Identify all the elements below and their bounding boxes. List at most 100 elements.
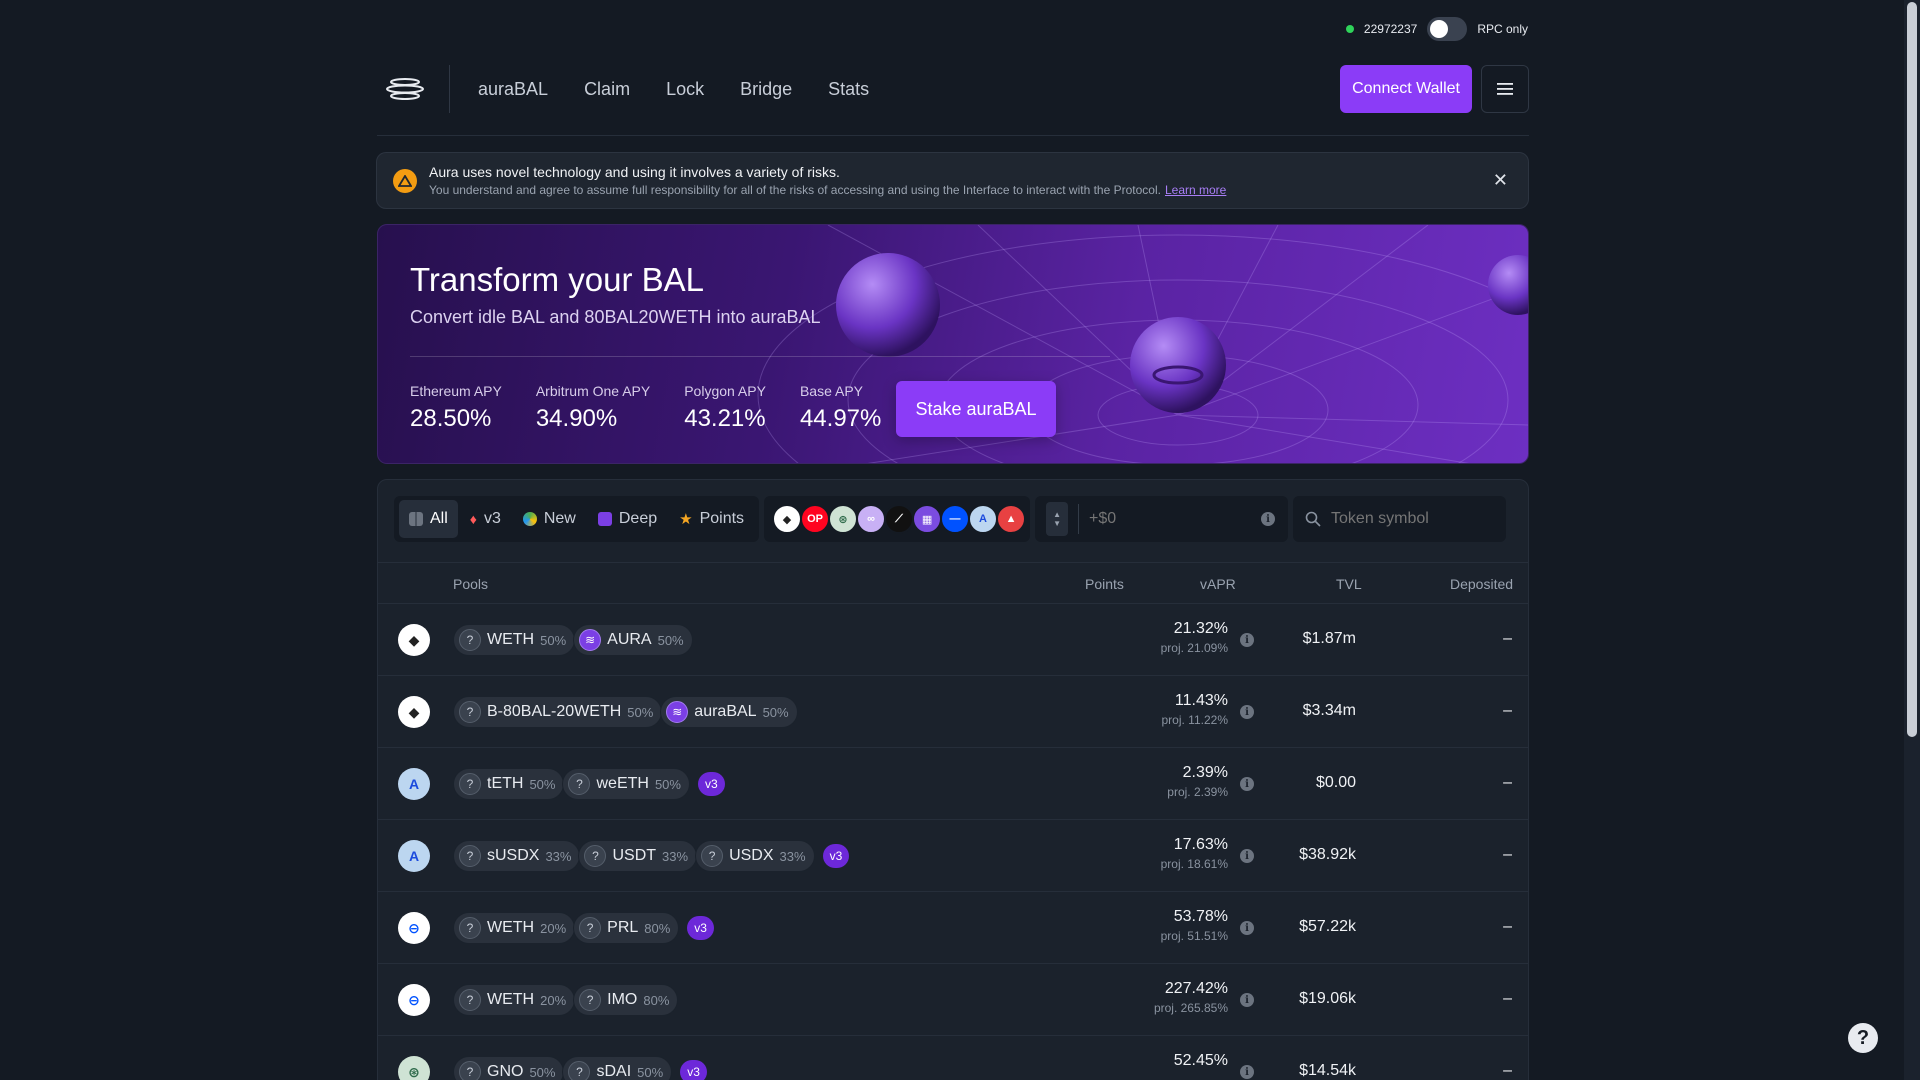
close-icon[interactable]: ✕ xyxy=(1493,170,1508,191)
token-weight: 33% xyxy=(779,848,806,864)
polygon-icon[interactable]: ∞ xyxy=(856,504,887,534)
header-divider xyxy=(449,65,450,113)
deposited-value: – xyxy=(1503,630,1512,647)
col-deposited[interactable]: Deposited xyxy=(1450,576,1513,592)
amount-stepper[interactable]: ▲ ▼ xyxy=(1046,502,1069,536)
token-chip[interactable]: ? sDAI 50% xyxy=(562,1056,673,1080)
tab-label: All xyxy=(430,510,448,527)
nav-lock[interactable]: Lock xyxy=(666,79,704,100)
aura-logo-icon[interactable] xyxy=(383,67,427,111)
token-chip[interactable]: ? GNO 50% xyxy=(453,1056,565,1080)
zkevm-icon[interactable]: ⟋ xyxy=(884,504,915,534)
tab-deep[interactable]: Deep xyxy=(588,500,667,538)
unknown-token-icon: ? xyxy=(459,701,481,723)
hamburger-icon xyxy=(1497,83,1513,95)
token-chip[interactable]: ? WETH 50% xyxy=(453,624,576,656)
token-weight: 50% xyxy=(529,1064,556,1080)
tvl-value: $0.00 xyxy=(1315,774,1356,791)
nav-bridge[interactable]: Bridge xyxy=(740,79,792,100)
help-icon[interactable]: ? xyxy=(1848,1023,1878,1053)
col-points[interactable]: Points xyxy=(1085,576,1124,592)
token-chip[interactable]: ? tETH 50% xyxy=(453,768,565,800)
mode-icon[interactable]: ▦ xyxy=(912,504,943,534)
projected-apr: proj. 265.85% xyxy=(1153,1001,1228,1015)
stake-aurabal-button[interactable]: Stake auraBAL xyxy=(896,381,1056,437)
min-tvl-filter: ▲▼ i xyxy=(1035,496,1289,542)
apy-stats: Ethereum APY 28.50% Arbitrum One APY 34.90… xyxy=(410,383,881,433)
info-icon[interactable]: i xyxy=(1240,633,1254,647)
nav-aurabal[interactable]: auraBAL xyxy=(478,79,548,100)
tab-v3[interactable]: ♦ v3 xyxy=(460,500,511,538)
arbitrum-icon[interactable]: A xyxy=(968,504,999,534)
table-row[interactable]: ⊛? GNO 50%? sDAI 50% v3 52.45% i $14.54k – xyxy=(378,1036,1528,1080)
table-row[interactable]: ◆? B-80BAL-20WETH 50% ≋ auraBAL 50% 11.43% proj… xyxy=(378,676,1528,748)
token-chip[interactable]: ? USDX 33% xyxy=(695,840,815,872)
table-row[interactable]: A? sUSDX 33%? USDT 33%? USDX 33% v3 17.63% proj. … xyxy=(378,820,1528,892)
tab-points[interactable]: ★ Points xyxy=(669,500,754,538)
optimism-icon[interactable]: OP xyxy=(800,504,831,534)
col-vapr[interactable]: vAPR xyxy=(1200,576,1236,592)
chevron-up-icon[interactable]: ▲ xyxy=(1053,510,1061,519)
main-nav: auraBAL Claim Lock Bridge Stats xyxy=(478,79,869,100)
info-icon[interactable]: i xyxy=(1240,993,1254,1007)
info-icon[interactable]: i xyxy=(1240,849,1254,863)
col-tvl[interactable]: TVL xyxy=(1336,576,1362,592)
token-chip[interactable]: ? sUSDX 33% xyxy=(453,840,581,872)
token-chip[interactable]: ≋ auraBAL 50% xyxy=(660,696,798,728)
token-chip[interactable]: ? PRL 80% xyxy=(573,912,680,944)
token-weight: 80% xyxy=(644,920,671,936)
scrollbar-thumb[interactable] xyxy=(1907,2,1917,737)
token-chip[interactable]: ? USDT 33% xyxy=(578,840,698,872)
tab-new[interactable]: New xyxy=(513,500,586,538)
menu-button[interactable] xyxy=(1481,65,1529,113)
token-chip[interactable]: ? weETH 50% xyxy=(562,768,690,800)
min-tvl-input[interactable] xyxy=(1089,510,1240,528)
ethereum-icon[interactable]: ◆ xyxy=(772,504,803,534)
alert-title: Aura uses novel technology and using it … xyxy=(429,164,840,180)
gnosis-icon[interactable]: ⊛ xyxy=(828,504,859,534)
table-row[interactable]: ⊖? WETH 20%? PRL 80% v3 53.78% proj. 51.51% i $57… xyxy=(378,892,1528,964)
main-header: auraBAL Claim Lock Bridge Stats Connect … xyxy=(377,63,1529,136)
token-chip[interactable]: ? IMO 80% xyxy=(573,984,679,1016)
token-weight: 50% xyxy=(529,776,556,792)
connect-wallet-button[interactable]: Connect Wallet xyxy=(1340,65,1472,113)
table-row[interactable]: ⊖? WETH 20%? IMO 80% 227.42% proj. 265.85% i $19… xyxy=(378,964,1528,1036)
info-icon[interactable]: i xyxy=(1240,777,1254,791)
search-icon xyxy=(1305,511,1321,527)
base-icon[interactable]: — xyxy=(940,504,971,534)
tab-all[interactable]: All xyxy=(399,500,458,538)
token-symbol: auraBAL xyxy=(694,703,757,720)
table-row[interactable]: A? tETH 50%? weETH 50% v3 2.39% proj. 2.39% i $0.… xyxy=(378,748,1528,820)
token-chip[interactable]: ≋ AURA 50% xyxy=(573,624,693,656)
cube-icon xyxy=(597,512,612,526)
chevron-down-icon[interactable]: ▼ xyxy=(1053,519,1061,528)
info-icon[interactable]: i xyxy=(1261,512,1276,526)
apy-label: Ethereum APY xyxy=(410,383,502,399)
token-chip[interactable]: ? WETH 20% xyxy=(453,984,576,1016)
nav-claim[interactable]: Claim xyxy=(584,79,630,100)
token-chip[interactable]: ? WETH 20% xyxy=(453,912,576,944)
vapr-value: 21.32% xyxy=(1173,620,1228,637)
rpc-only-toggle[interactable] xyxy=(1427,17,1468,41)
token-symbol: USDX xyxy=(729,847,774,864)
apy-label: Base APY xyxy=(799,383,863,399)
token-chip[interactable]: ? B-80BAL-20WETH 50% xyxy=(453,696,663,728)
avalanche-icon[interactable]: ▲ xyxy=(996,504,1027,534)
token-weight: 50% xyxy=(657,632,684,648)
nav-stats[interactable]: Stats xyxy=(828,79,869,100)
learn-more-link[interactable]: Learn more xyxy=(1165,183,1226,197)
deposited-value: – xyxy=(1503,774,1512,791)
token-search-input[interactable] xyxy=(1331,510,1492,528)
table-row[interactable]: ◆? WETH 50% ≋ AURA 50% 21.32% proj. 21.09% i $1.8… xyxy=(378,604,1528,676)
unknown-token-icon: ? xyxy=(459,845,481,867)
info-icon[interactable]: i xyxy=(1240,1065,1254,1079)
col-pools[interactable]: Pools xyxy=(453,576,488,592)
hero-title: Transform your BAL xyxy=(410,261,705,298)
info-icon[interactable]: i xyxy=(1240,921,1254,935)
unknown-token-icon: ? xyxy=(459,629,481,651)
info-icon[interactable]: i xyxy=(1240,705,1254,719)
tvl-value: $19.06k xyxy=(1299,990,1356,1007)
token-symbol: WETH xyxy=(487,919,535,936)
unknown-token-icon: ? xyxy=(701,845,724,867)
page-scrollbar[interactable] xyxy=(1904,0,1920,1080)
